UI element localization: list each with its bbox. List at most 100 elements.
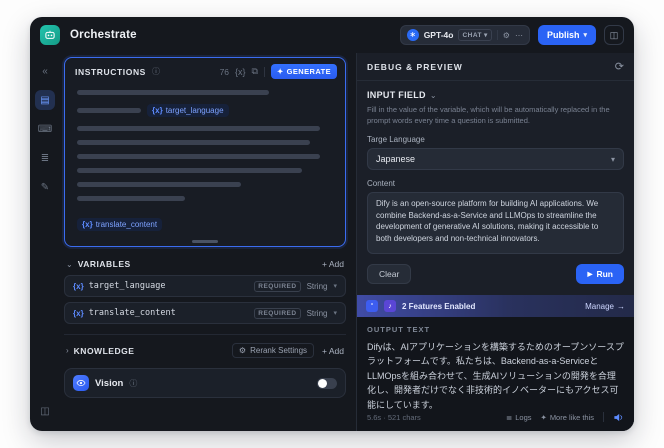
required-badge: REQUIRED xyxy=(254,307,301,319)
main-area: « ▤ ⌨ ≣ ✎ ◫ INSTRUCTIONS ⓘ 76 {x} ⧉ ✦ GE… xyxy=(30,53,634,431)
scroll-indicator[interactable] xyxy=(192,240,218,243)
model-settings-icon[interactable]: ⚙ xyxy=(503,31,510,40)
variable-chip[interactable]: {x} translate_content xyxy=(77,218,163,231)
insert-variable-icon[interactable]: {x} xyxy=(235,67,246,77)
prompt-skeleton-row xyxy=(77,90,333,95)
nav-orchestrate[interactable]: ▤ xyxy=(35,90,55,110)
nav-logs[interactable]: ≣ xyxy=(35,148,55,168)
prompt-skeleton-line xyxy=(77,154,321,159)
model-mode-badge[interactable]: CHAT ▾ xyxy=(458,29,492,41)
collapse-panel-button[interactable]: ◫ xyxy=(35,401,55,421)
variable-row[interactable]: {x} translate_content REQUIRED String ▾ xyxy=(64,302,346,324)
variables-title: VARIABLES xyxy=(77,259,131,269)
orchestrate-panel: INSTRUCTIONS ⓘ 76 {x} ⧉ ✦ GENERATE {x} t… xyxy=(60,53,356,431)
prompt-skeleton-line xyxy=(77,126,321,131)
annotation-icon: ✎ xyxy=(40,181,50,193)
collapse-sidebar-button[interactable]: « xyxy=(35,61,55,81)
output-stats: 5.6s · 521 chars xyxy=(367,412,421,422)
play-icon: ▶ xyxy=(587,271,593,278)
prompt-skeleton-line xyxy=(77,108,141,113)
app-logo-icon[interactable] xyxy=(40,25,60,45)
variable-meta: REQUIRED String ▾ xyxy=(254,280,337,292)
output-section: OUTPUT TEXT Difyは、AIアプリケーションを構築するためのオープン… xyxy=(357,317,634,431)
manage-features-link[interactable]: Manage → xyxy=(585,302,625,311)
chevron-down-icon: ▾ xyxy=(583,32,587,39)
generate-button[interactable]: ✦ GENERATE xyxy=(270,64,337,79)
prompt-editor[interactable]: {x} target_language {x} translate_content xyxy=(65,81,345,253)
prompt-skeleton-row xyxy=(77,182,333,187)
toggle-knob xyxy=(318,378,327,388)
more-like-this-button[interactable]: ✦ More like this xyxy=(541,413,594,422)
publish-button[interactable]: Publish ▾ xyxy=(537,25,596,45)
add-variable-button[interactable]: + Add xyxy=(322,259,344,269)
model-mode-label: CHAT xyxy=(462,31,483,39)
prompt-skeleton-row xyxy=(77,168,333,173)
model-selector[interactable]: ∗ GPT-4o CHAT ▾ ⚙ ⋯ xyxy=(399,25,530,45)
clear-button[interactable]: Clear xyxy=(367,264,412,284)
features-bar[interactable]: “ ♪ 2 Features Enabled Manage → xyxy=(357,295,634,317)
knowledge-section: › KNOWLEDGE ⚙ Rerank Settings + Add xyxy=(64,334,346,358)
input-field-title: INPUT FIELD xyxy=(367,90,426,100)
debug-title: DEBUG & PREVIEW xyxy=(367,61,463,72)
copy-icon[interactable]: ⧉ xyxy=(252,66,258,77)
toggle-panel-button[interactable]: ◫ xyxy=(604,25,624,45)
variable-icon: {x} xyxy=(73,308,84,318)
model-more-icon[interactable]: ⋯ xyxy=(515,31,523,40)
variable-chip-label: translate_content xyxy=(95,220,158,229)
publish-label: Publish xyxy=(546,30,580,40)
chevron-collapse-icon[interactable]: ⌄ xyxy=(66,260,73,269)
prompt-skeleton-row xyxy=(77,140,333,145)
instructions-tools: 76 {x} ⧉ ✦ GENERATE xyxy=(220,64,337,79)
refresh-icon[interactable]: ⟳ xyxy=(615,60,624,73)
variable-row[interactable]: {x} target_language REQUIRED String ▾ xyxy=(64,275,346,297)
prompt-skeleton-line xyxy=(77,168,303,173)
variable-chip[interactable]: {x} target_language xyxy=(147,104,229,117)
vision-toggle[interactable] xyxy=(317,377,337,389)
knowledge-tools: ⚙ Rerank Settings + Add xyxy=(231,343,344,358)
logs-icon: ≣ xyxy=(505,412,513,422)
rerank-settings-button[interactable]: ⚙ Rerank Settings xyxy=(231,343,315,358)
logs-button[interactable]: ≣ Logs xyxy=(506,413,532,422)
side-rail: « ▤ ⌨ ≣ ✎ ◫ xyxy=(30,53,60,431)
logs-icon: ≣ xyxy=(40,152,50,164)
prompt-skeleton-line xyxy=(77,90,269,95)
chevron-down-icon: ▾ xyxy=(610,154,615,164)
chevron-down-icon: ▾ xyxy=(333,310,337,317)
instructions-title: INSTRUCTIONS xyxy=(75,66,146,77)
nav-annotations[interactable]: ✎ xyxy=(35,177,55,197)
chevron-right-icon[interactable]: › xyxy=(66,346,69,355)
manage-label: Manage xyxy=(585,301,614,311)
input-field-section: INPUT FIELD ⌄ Fill in the value of the v… xyxy=(357,81,634,295)
add-knowledge-button[interactable]: + Add xyxy=(322,346,344,356)
instructions-header: INSTRUCTIONS ⓘ 76 {x} ⧉ ✦ GENERATE xyxy=(65,58,345,81)
language-select-value: Japanese xyxy=(376,154,416,164)
output-actions: ≣ Logs ✦ More like this xyxy=(506,412,624,423)
generate-label: GENERATE xyxy=(286,67,331,76)
nav-api[interactable]: ⌨ xyxy=(35,119,55,139)
prompt-skeleton-row: {x} translate_content xyxy=(77,218,333,231)
features-count-label: 2 Features Enabled xyxy=(402,301,476,311)
logs-label: Logs xyxy=(515,412,532,422)
variable-type[interactable]: String xyxy=(307,309,328,318)
required-badge: REQUIRED xyxy=(254,280,301,292)
info-icon: ⓘ xyxy=(129,378,138,388)
variables-tools: + Add xyxy=(322,259,344,269)
divider xyxy=(603,412,604,423)
run-button[interactable]: ▶ Run xyxy=(576,264,624,284)
variable-name: translate_content xyxy=(88,308,176,318)
output-text: Difyは、AIアプリケーションを構築するためのオープンソースプラットフォームで… xyxy=(367,342,624,410)
input-field-description: Fill in the value of the variable, which… xyxy=(367,105,610,125)
speaker-icon[interactable] xyxy=(613,412,624,423)
language-select[interactable]: Japanese ▾ xyxy=(367,148,624,170)
collapse-icon: « xyxy=(42,65,48,77)
output-title: OUTPUT TEXT xyxy=(367,325,431,334)
variable-type[interactable]: String xyxy=(307,282,328,291)
vision-label: Vision xyxy=(95,377,124,389)
input-field-header[interactable]: INPUT FIELD ⌄ xyxy=(367,90,624,100)
instructions-card: INSTRUCTIONS ⓘ 76 {x} ⧉ ✦ GENERATE {x} t… xyxy=(64,57,346,247)
debug-actions: Clear ▶ Run xyxy=(367,264,624,284)
content-textarea[interactable]: Dify is an open-source platform for buil… xyxy=(367,192,624,254)
page-background: Orchestrate ∗ GPT-4o CHAT ▾ ⚙ ⋯ Publish … xyxy=(0,0,664,448)
debug-header: DEBUG & PREVIEW ⟳ xyxy=(357,53,634,81)
sparkle-icon: ✦ xyxy=(276,67,284,76)
